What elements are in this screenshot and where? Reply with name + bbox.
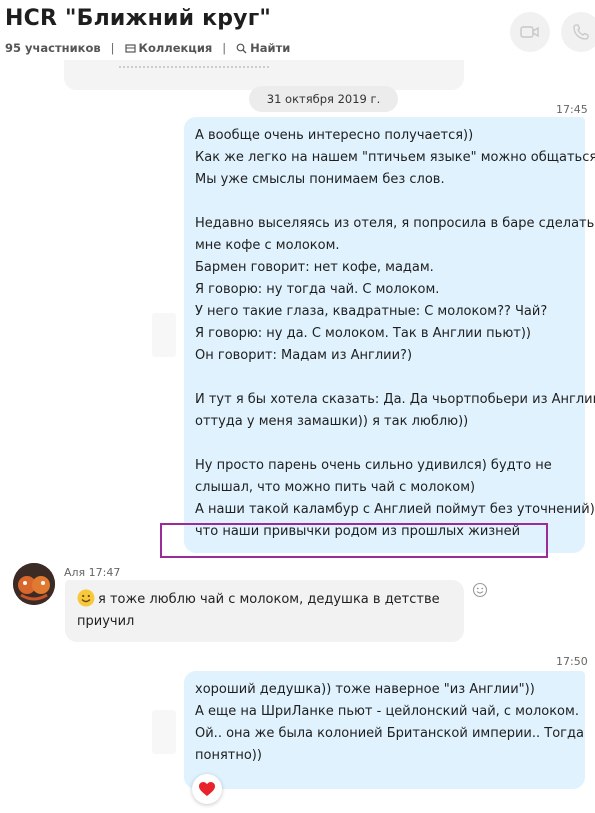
outgoing-message[interactable]: хороший дедушка)) тоже наверное "из Англ…	[184, 671, 585, 789]
message-line: Бармен говорит: нет кофе, мадам.	[195, 260, 434, 275]
audio-call-button[interactable]	[561, 12, 595, 52]
message-line	[195, 433, 585, 455]
message-line: А еще на ШриЛанке пьют - цейлонский чай,…	[195, 704, 579, 719]
meta-separator: |	[110, 41, 115, 55]
outgoing-message[interactable]: А вообще очень интересно получается)) Ка…	[184, 117, 595, 553]
avatar-image	[13, 563, 55, 605]
message-line: оттуда у меня замашки)) я так люблю))	[195, 414, 469, 429]
message-line: У него такие глаза, квадратные: С молоко…	[195, 304, 548, 319]
find-label: Найти	[250, 41, 291, 55]
phone-icon	[573, 24, 589, 40]
meta-separator: |	[222, 41, 227, 55]
message-text: я тоже люблю чай с молоком, дедушка в де…	[98, 592, 440, 607]
message-line: понятно))	[195, 748, 262, 763]
message-action-placeholder	[152, 313, 176, 357]
message-line: Ну просто парень очень сильно удивился) …	[195, 458, 552, 473]
message-line: Мы уже смыслы понимаем без слов.	[195, 172, 445, 187]
message-line: Недавно выселяясь из отеля, я попросила …	[195, 216, 595, 231]
chat-title: HCR "Ближний круг"	[5, 6, 272, 31]
message-line: И тут я бы хотела сказать: Да. Да чьортп…	[195, 392, 595, 407]
search-icon	[236, 43, 247, 54]
avatar[interactable]	[13, 563, 55, 605]
message-time: 17:50	[556, 655, 588, 668]
add-reaction-icon[interactable]	[472, 582, 488, 598]
cut-off-text	[119, 66, 269, 71]
message-line	[195, 191, 585, 213]
collection-label: Коллекция	[138, 41, 213, 55]
find-link[interactable]: Найти	[236, 41, 290, 55]
smiley-emoji-icon	[77, 589, 95, 607]
chat-meta: 95 участников | Коллекция | Найти	[5, 41, 290, 55]
message-line: А вообще очень интересно получается))	[195, 128, 474, 143]
participants-link[interactable]: 95 участников	[5, 41, 101, 55]
message-line: А наши такой каламбур с Англией поймут б…	[195, 502, 595, 517]
message-action-placeholder	[152, 710, 176, 754]
message-time: 17:45	[556, 103, 588, 116]
message-line: мне кофе с молоком.	[195, 238, 340, 253]
message-line-with-emoji: я тоже люблю чай с молоком, дедушка в де…	[77, 589, 464, 611]
sender-name-time: Аля 17:47	[64, 566, 121, 579]
highlight-box	[160, 523, 548, 558]
video-camera-icon	[520, 26, 539, 38]
incoming-message[interactable]: я тоже люблю чай с молоком, дедушка в де…	[65, 580, 464, 642]
message-line: хороший дедушка)) тоже наверное "из Англ…	[195, 682, 535, 697]
message-line: слышал, что можно пить чай с молоком)	[195, 480, 476, 495]
message-line: Я говорю: ну тогда чай. С молоком.	[195, 282, 440, 297]
date-divider: 31 октября 2019 г.	[249, 86, 398, 112]
message-line: Я говорю: ну да. С молоком. Так в Англии…	[195, 326, 531, 341]
heart-reaction[interactable]	[192, 774, 222, 804]
message-line: Ой.. она же была колонией Британской имп…	[195, 726, 584, 741]
message-line: Он говорит: Мадам из Англии?)	[195, 348, 413, 363]
heart-icon	[199, 782, 215, 796]
message-line	[195, 367, 585, 389]
collection-link[interactable]: Коллекция	[124, 41, 217, 55]
message-line: приучил	[77, 614, 135, 629]
collection-icon	[124, 44, 136, 53]
message-line: Как же легко на нашем "птичьем языке" мо…	[195, 150, 595, 165]
video-call-button[interactable]	[510, 12, 550, 52]
